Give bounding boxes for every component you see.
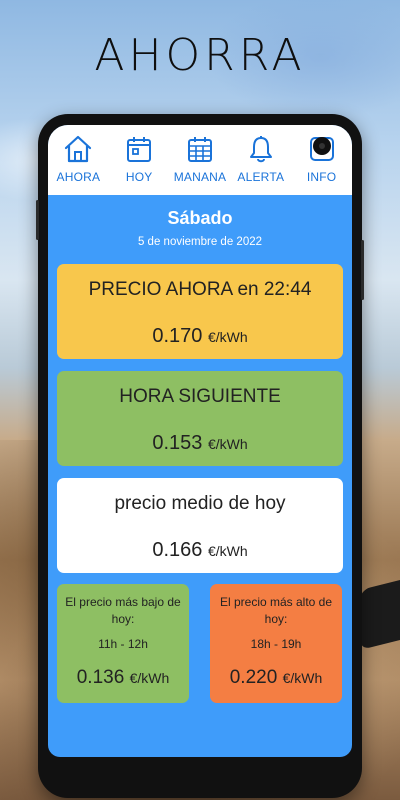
highest-price-value-row: 0.220 €/kWh <box>210 667 342 689</box>
nav-item-alerta[interactable]: ALERTA <box>231 133 291 184</box>
phone-button-right <box>361 240 364 300</box>
background-object <box>360 580 400 650</box>
average-price-value: 0.166 <box>152 539 203 561</box>
headline: AHORRA <box>94 30 306 81</box>
app-screen: AHORA HOY MANANA ALERTA INFO Sábado 5 de… <box>48 125 352 757</box>
average-price-title: precio medio de hoy <box>114 493 286 514</box>
lowest-price-value-row: 0.136 €/kWh <box>57 667 189 689</box>
nav-item-manana[interactable]: MANANA <box>170 133 230 184</box>
lowest-price-range: 11h - 12h <box>98 637 148 651</box>
nav-label-hoy: HOY <box>125 170 153 184</box>
average-price-unit: €/kWh <box>207 543 248 559</box>
highest-price-unit: €/kWh <box>282 670 323 686</box>
next-hour-unit: €/kWh <box>207 436 248 452</box>
phone-button-left <box>36 200 39 240</box>
nav-label-manana: MANANA <box>173 170 227 184</box>
nav-item-ahora[interactable]: AHORA <box>48 133 108 184</box>
bell-icon <box>245 133 277 165</box>
next-hour-card: HORA SIGUIENTE 0.153 €/kWh <box>57 371 343 466</box>
current-price-unit: €/kWh <box>207 329 248 345</box>
bottom-nav: AHORA HOY MANANA ALERTA INFO <box>48 125 352 195</box>
current-price-card: PRECIO AHORA en 22:44 0.170 €/kWh <box>57 264 343 359</box>
current-price-title: PRECIO AHORA en 22:44 <box>88 279 312 300</box>
lowest-price-card: El precio más bajo de hoy: 11h - 12h 0.1… <box>57 584 189 703</box>
nav-item-info[interactable]: INFO <box>292 133 352 184</box>
next-hour-title: HORA SIGUIENTE <box>119 386 281 407</box>
highest-price-card: El precio más alto de hoy: 18h - 19h 0.2… <box>210 584 342 703</box>
highest-price-value: 0.220 <box>229 667 278 688</box>
highest-price-range: 18h - 19h <box>250 637 302 651</box>
home-icon <box>62 133 94 165</box>
current-price-value-row: 0.170 €/kWh <box>57 325 343 348</box>
next-hour-value-row: 0.153 €/kWh <box>57 432 343 455</box>
nav-label-info: INFO <box>306 170 337 184</box>
calendar-grid-icon <box>184 133 216 165</box>
nav-label-ahora: AHORA <box>56 170 101 184</box>
next-hour-value: 0.153 <box>152 432 203 454</box>
lowest-price-unit: €/kWh <box>129 670 170 686</box>
calendar-day-icon <box>123 133 155 165</box>
average-price-value-row: 0.166 €/kWh <box>57 539 343 562</box>
day-title: Sábado <box>167 208 233 228</box>
day-date: 5 de noviembre de 2022 <box>137 236 263 248</box>
lowest-price-title: El precio más bajo de hoy: <box>65 595 181 626</box>
highest-price-title: El precio más alto de hoy: <box>219 595 333 626</box>
nav-label-alerta: ALERTA <box>237 170 285 184</box>
camera-icon <box>306 133 338 165</box>
current-price-value: 0.170 <box>152 325 203 347</box>
average-price-card: precio medio de hoy 0.166 €/kWh <box>57 478 343 573</box>
lowest-price-value: 0.136 <box>76 667 125 688</box>
nav-item-hoy[interactable]: HOY <box>109 133 169 184</box>
